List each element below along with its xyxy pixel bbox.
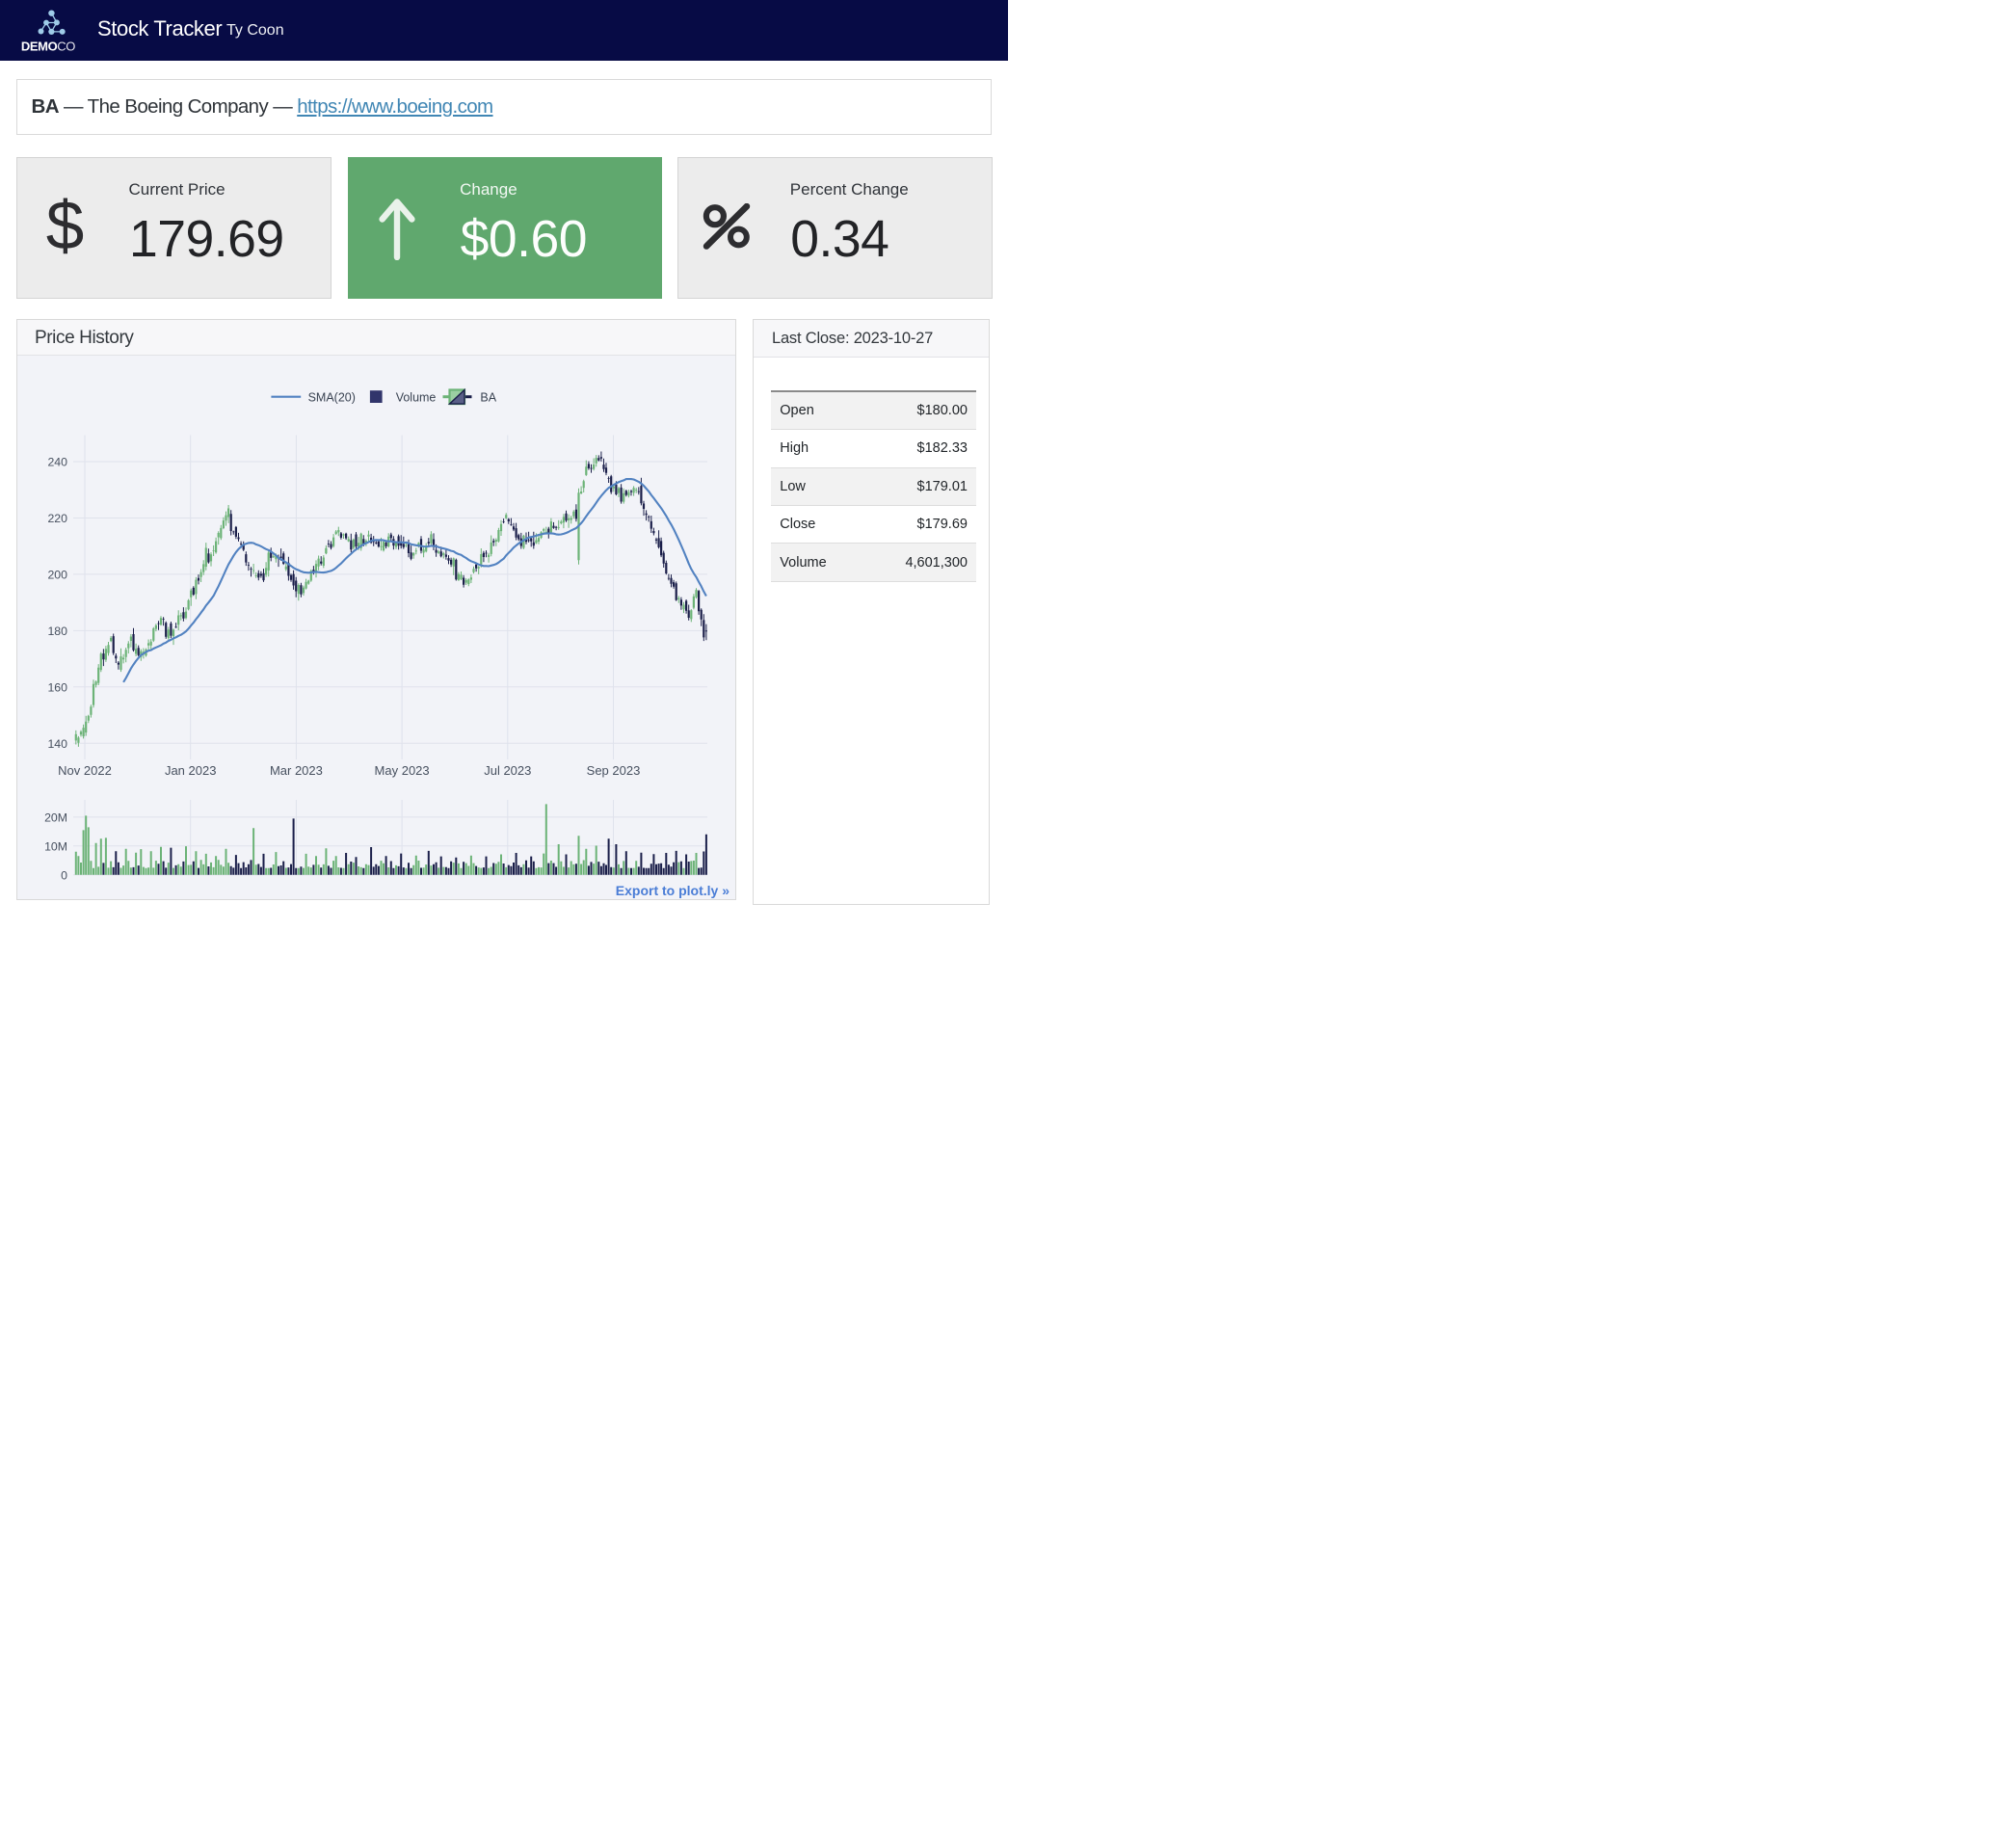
svg-text:Mar 2023: Mar 2023	[270, 763, 323, 778]
svg-text:BA: BA	[480, 391, 496, 405]
svg-text:160: 160	[47, 680, 67, 694]
svg-text:Export to plot.ly »: Export to plot.ly »	[616, 883, 729, 898]
svg-text:Sep 2023: Sep 2023	[587, 763, 641, 778]
svg-text:Nov 2022: Nov 2022	[58, 763, 112, 778]
svg-text:Jul 2023: Jul 2023	[484, 763, 531, 778]
svg-text:220: 220	[47, 512, 67, 525]
svg-text:Jan 2023: Jan 2023	[165, 763, 217, 778]
svg-text:20M: 20M	[44, 811, 67, 825]
svg-text:SMA(20): SMA(20)	[308, 391, 356, 405]
svg-text:May 2023: May 2023	[375, 763, 430, 778]
svg-text:10M: 10M	[44, 839, 67, 853]
svg-text:200: 200	[47, 569, 67, 582]
svg-text:Volume: Volume	[396, 391, 437, 405]
svg-text:140: 140	[47, 737, 67, 751]
svg-text:180: 180	[47, 624, 67, 638]
svg-text:240: 240	[47, 456, 67, 469]
svg-text:0: 0	[61, 868, 67, 882]
